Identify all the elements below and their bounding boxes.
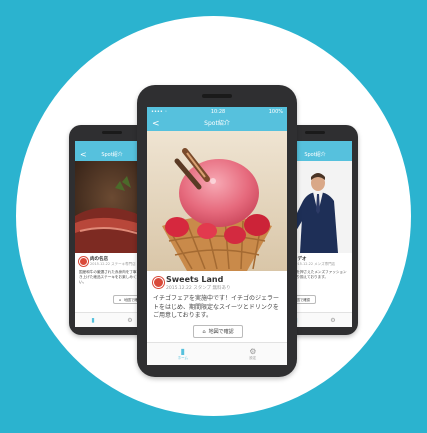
settings-tab-icon: ⚙	[249, 347, 257, 356]
center-phone-speaker	[202, 94, 232, 98]
map-pin-icon: ⌂	[202, 328, 206, 335]
spot-name: Sweets Land	[166, 275, 224, 284]
nav-title: Spot紹介	[204, 120, 230, 127]
shop-logo-icon	[79, 257, 88, 266]
spot-meta: 2015.12.22 スタンプ 無料あり	[166, 286, 231, 291]
map-button-label: 地図で確認	[208, 329, 234, 335]
center-phone: •••• ◦ 10:28 100% < Spot紹介 Sweets Land 2…	[137, 85, 297, 377]
tab-bar: ▮ ホーム ⚙ 設定	[147, 342, 287, 365]
right-phone-speaker	[305, 131, 325, 134]
nav-title: Spot紹介	[101, 152, 123, 158]
battery-level: 100%	[268, 109, 283, 115]
strawberry-gelato-image	[147, 131, 287, 271]
left-phone-speaker	[102, 131, 122, 134]
back-button[interactable]: <	[80, 149, 87, 161]
carrier-signal: •••• ◦	[151, 109, 168, 115]
spot-meta: 2015.12.22 ステーキ専門店	[90, 262, 136, 266]
settings-tab-icon[interactable]: ⚙	[330, 317, 335, 324]
settings-tab-icon[interactable]: ⚙	[127, 317, 132, 324]
spot-meta: 2015.12.22 メンズ専門店	[293, 262, 336, 266]
gelato-photo	[147, 131, 287, 271]
clock: 10:28	[210, 109, 226, 115]
back-button[interactable]: <	[152, 117, 160, 131]
tab-home[interactable]: ▮ ホーム	[178, 347, 188, 361]
spot-description: イチゴフェアを実施中です！イチゴのジェラートをはじめ、期間限定なスイーツとドリン…	[153, 295, 280, 320]
tab-home-label: ホーム	[177, 356, 188, 360]
promo-stage: < Spot紹介 肉の名店 2015.12.22 ステーキ専門店 国産和牛の厳選…	[0, 0, 427, 433]
spot-card: Sweets Land 2015.12.22 スタンプ 無料あり イチゴフェアを…	[147, 271, 287, 341]
status-bar: •••• ◦ 10:28 100%	[147, 107, 287, 117]
shop-logo-icon	[153, 277, 164, 288]
map-pin-icon: ⌂	[118, 297, 122, 302]
home-tab-icon: ▮	[180, 347, 185, 356]
center-phone-screen: •••• ◦ 10:28 100% < Spot紹介 Sweets Land 2…	[147, 107, 287, 365]
nav-title: Spot紹介	[304, 152, 326, 158]
tab-settings[interactable]: ⚙ 設定	[249, 347, 256, 361]
home-tab-icon[interactable]: ▮	[91, 317, 94, 324]
map-button[interactable]: ⌂ 地図で確認	[193, 325, 243, 338]
spot-description: 国産和牛の厳選された赤身肉を丁寧に焼き上げた絶品ステーキをお楽しみください。	[79, 270, 144, 285]
nav-bar: < Spot紹介	[147, 117, 287, 131]
tab-settings-label: 設定	[249, 356, 257, 360]
